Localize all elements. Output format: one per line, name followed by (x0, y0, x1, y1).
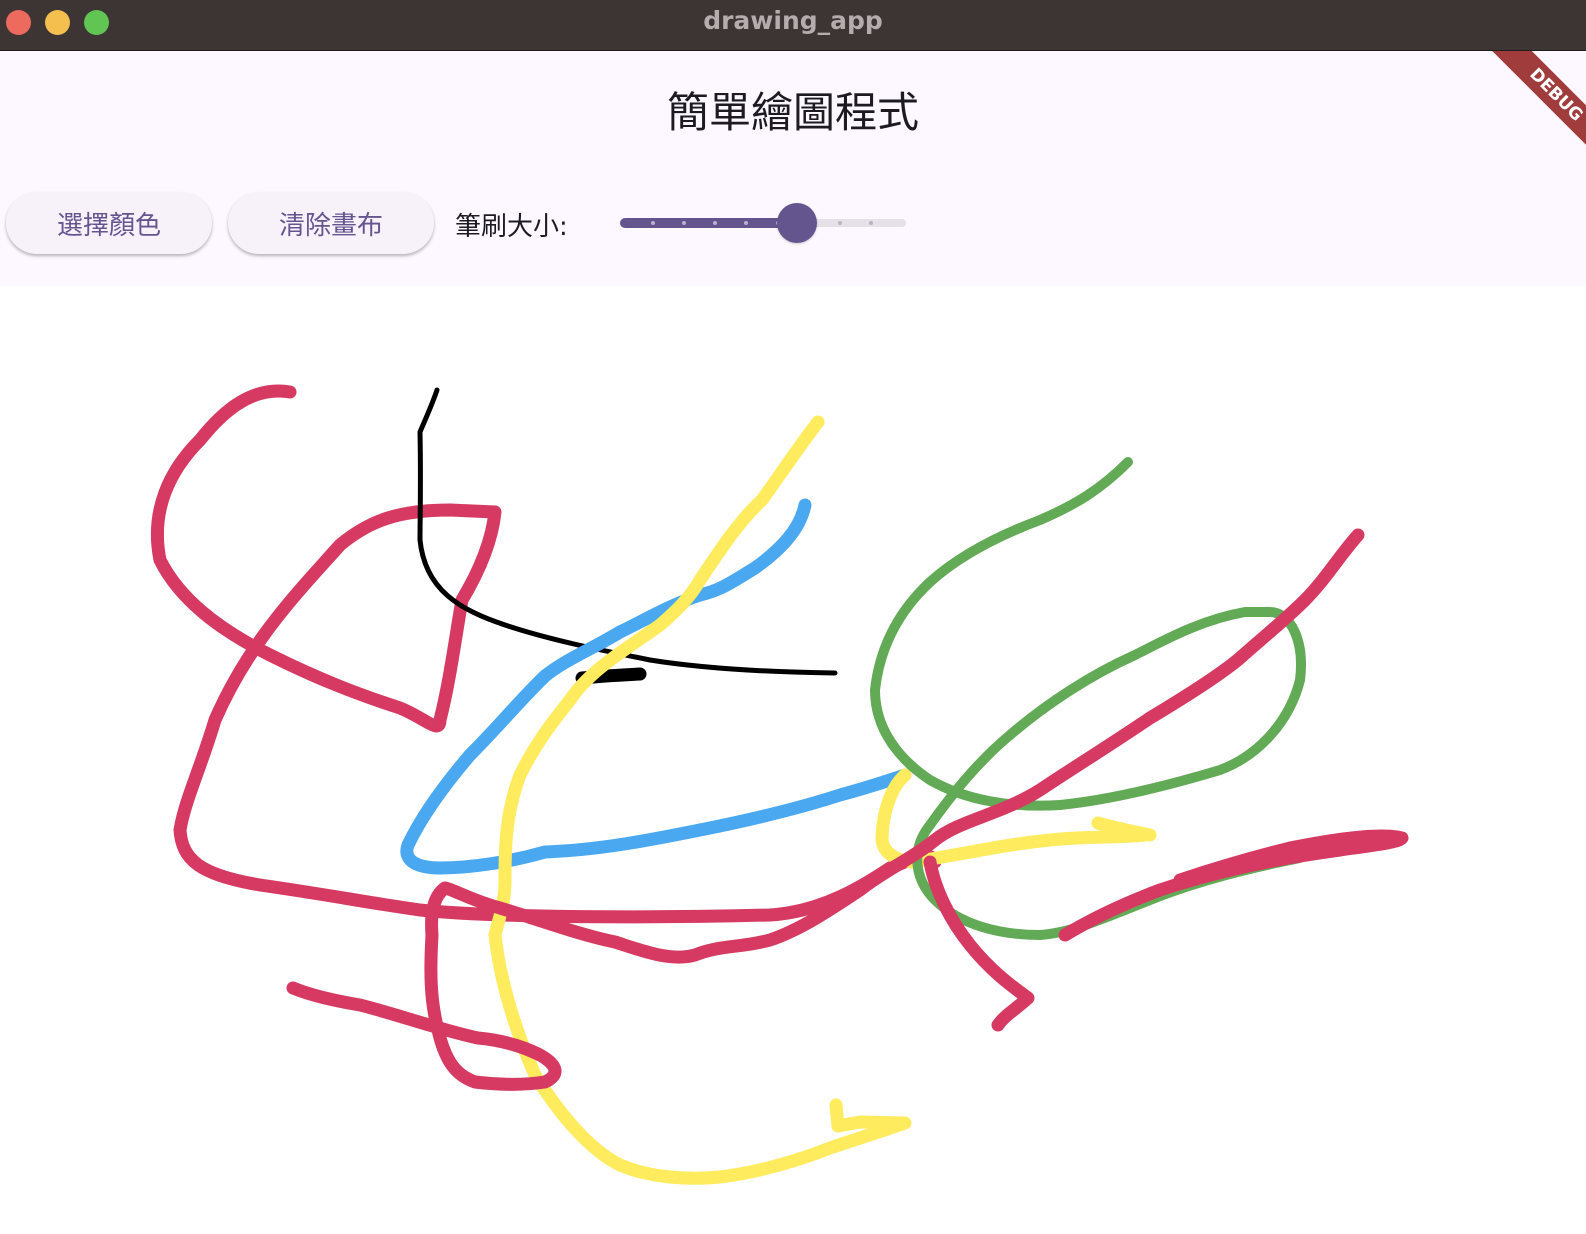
stroke-red-2 (923, 855, 1035, 1032)
drawing-surface[interactable] (0, 0, 1586, 1234)
stroke-red-1 (150, 384, 942, 924)
stroke-yellow-2 (1058, 829, 1409, 942)
drawing-canvas[interactable] (0, 286, 1586, 1234)
